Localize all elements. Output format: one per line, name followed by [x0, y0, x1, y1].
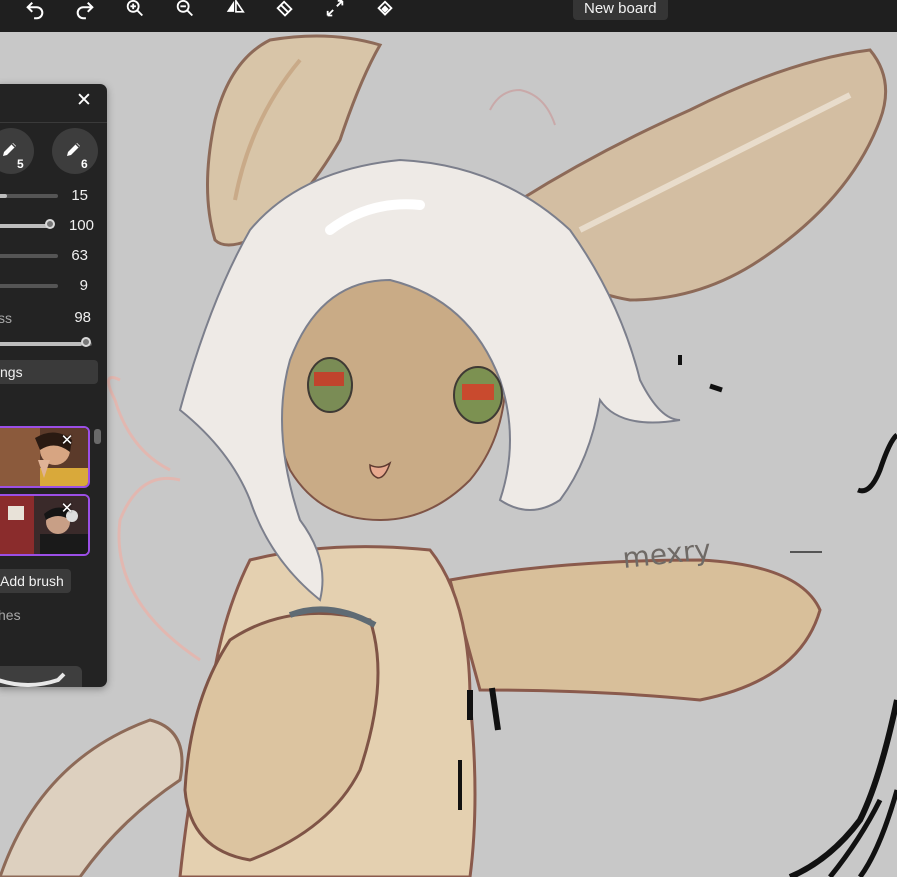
eraser-icon — [276, 0, 293, 17]
size-value: 15 — [71, 187, 88, 204]
flip-button[interactable] — [220, 0, 250, 20]
brushes-label: hes — [0, 607, 21, 623]
brush-slot-5[interactable]: 5 — [0, 128, 34, 174]
fullscreen-button[interactable] — [320, 0, 350, 20]
redo-icon — [76, 1, 94, 20]
undo-icon — [26, 1, 44, 20]
slider-knob[interactable] — [81, 337, 91, 347]
close-panel-button[interactable]: ✕ — [75, 91, 93, 110]
fullscreen-icon — [326, 0, 344, 17]
texture-thumbnail — [0, 428, 88, 486]
panel-divider — [0, 122, 107, 123]
redo-button[interactable] — [70, 0, 100, 20]
spacing-value: 9 — [79, 277, 88, 294]
brush-panel: ✕ 5 6 15 100 63 9 ss 98 ngs ✕ ✕ Add brus… — [0, 84, 107, 687]
scrollbar-thumb[interactable] — [94, 429, 101, 444]
new-board-button[interactable]: New board — [573, 0, 668, 20]
slider-fill — [0, 342, 82, 346]
pencil-icon — [67, 143, 80, 156]
texture-card[interactable]: ✕ — [0, 494, 90, 556]
top-toolbar: New board — [0, 0, 897, 32]
brush-number: 5 — [17, 157, 24, 171]
fill-icon — [377, 0, 393, 16]
flip-icon — [226, 0, 245, 13]
texture-card[interactable]: ✕ — [0, 426, 90, 488]
brush-preview — [0, 666, 82, 687]
drawing-canvas[interactable]: mexry — [0, 32, 897, 877]
artwork: mexry — [0, 34, 897, 877]
eraser-button[interactable] — [270, 0, 300, 20]
smoothness-label: ss — [0, 310, 12, 326]
remove-texture-button[interactable]: ✕ — [60, 501, 74, 516]
undo-button[interactable] — [20, 0, 50, 20]
add-brush-button[interactable]: Add brush — [0, 569, 71, 593]
opacity-slider[interactable] — [0, 219, 55, 229]
pencil-icon — [3, 143, 16, 156]
zoom-in-button[interactable] — [120, 0, 150, 20]
brush-slot-6[interactable]: 6 — [52, 128, 98, 174]
zoom-out-icon — [176, 0, 193, 17]
slider-fill — [0, 194, 7, 198]
stroke-preview — [0, 672, 66, 687]
zoom-in-icon — [126, 0, 143, 17]
texture-thumbnail — [0, 496, 88, 554]
opacity-value: 100 — [68, 217, 94, 234]
zoom-out-button[interactable] — [170, 0, 200, 20]
fill-button[interactable] — [370, 0, 400, 20]
smoothness-value: 98 — [74, 309, 91, 326]
flow-value: 63 — [71, 247, 88, 264]
remove-texture-button[interactable]: ✕ — [60, 433, 74, 448]
brush-number: 6 — [81, 157, 88, 171]
smoothness-slider[interactable] — [0, 337, 92, 347]
brush-settings-button[interactable]: ngs — [0, 360, 98, 384]
